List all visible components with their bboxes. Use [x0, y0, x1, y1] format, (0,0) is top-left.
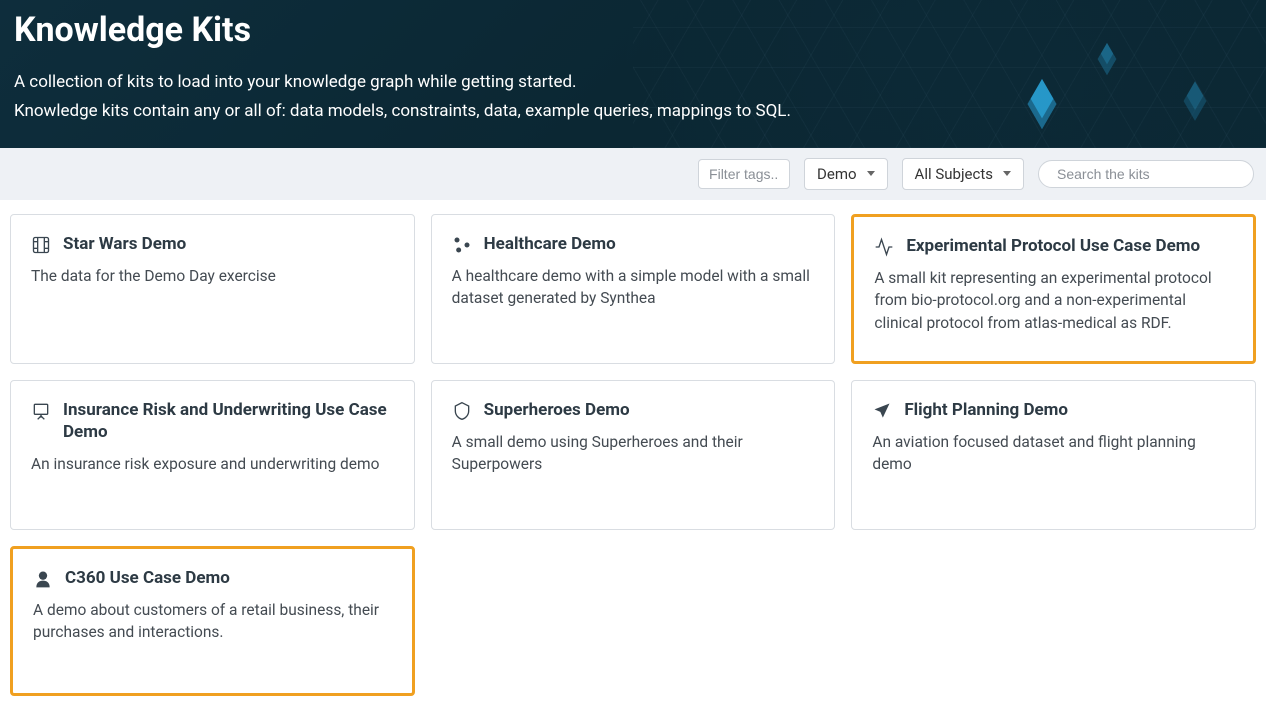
- user-icon: [33, 569, 53, 589]
- demo-select[interactable]: Demo: [804, 158, 888, 190]
- caret-down-icon: [1003, 171, 1011, 176]
- card-description: A healthcare demo with a simple model wi…: [452, 265, 815, 310]
- card-description: A small kit representing an experimental…: [874, 267, 1233, 334]
- card-title: Flight Planning Demo: [904, 399, 1068, 421]
- share-icon: [452, 235, 472, 255]
- filter-tags-input[interactable]: [698, 159, 790, 189]
- kit-card[interactable]: Superheroes Demo A small demo using Super…: [431, 380, 836, 530]
- card-title: Healthcare Demo: [484, 233, 616, 255]
- kit-card[interactable]: Star Wars Demo The data for the Demo Day …: [10, 214, 415, 364]
- film-icon: [31, 235, 51, 255]
- plane-icon: [872, 401, 892, 421]
- presentation-icon: [31, 401, 51, 421]
- caret-down-icon: [867, 171, 875, 176]
- card-title: Superheroes Demo: [484, 399, 630, 421]
- card-title: Experimental Protocol Use Case Demo: [906, 235, 1200, 257]
- activity-icon: [874, 237, 894, 257]
- kit-card[interactable]: Healthcare Demo A healthcare demo with a …: [431, 214, 836, 364]
- shield-icon: [452, 401, 472, 421]
- kit-card[interactable]: Insurance Risk and Underwriting Use Case…: [10, 380, 415, 530]
- card-title-row: Superheroes Demo: [452, 399, 815, 421]
- card-title: Star Wars Demo: [63, 233, 186, 255]
- filter-bar: Demo All Subjects: [0, 148, 1266, 200]
- page-title: Knowledge Kits: [14, 10, 1252, 50]
- card-description: An aviation focused dataset and flight p…: [872, 431, 1235, 476]
- card-title: Insurance Risk and Underwriting Use Case…: [63, 399, 394, 443]
- search-input[interactable]: [1057, 166, 1238, 182]
- card-title-row: Insurance Risk and Underwriting Use Case…: [31, 399, 394, 443]
- card-description: A demo about customers of a retail busin…: [33, 599, 392, 644]
- kit-card[interactable]: Flight Planning Demo An aviation focused …: [851, 380, 1256, 530]
- kit-card[interactable]: C360 Use Case Demo A demo about customers…: [10, 546, 415, 696]
- card-title-row: Star Wars Demo: [31, 233, 394, 255]
- card-title-row: Healthcare Demo: [452, 233, 815, 255]
- card-title: C360 Use Case Demo: [65, 567, 230, 589]
- page-subtitle-2: Knowledge kits contain any or all of: da…: [14, 97, 1252, 126]
- subjects-select[interactable]: All Subjects: [902, 158, 1024, 190]
- card-title-row: C360 Use Case Demo: [33, 567, 392, 589]
- card-description: An insurance risk exposure and underwrit…: [31, 453, 394, 475]
- card-title-row: Flight Planning Demo: [872, 399, 1235, 421]
- demo-select-label: Demo: [817, 165, 857, 183]
- card-title-row: Experimental Protocol Use Case Demo: [874, 235, 1233, 257]
- page-subtitle-1: A collection of kits to load into your k…: [14, 68, 1252, 97]
- card-description: The data for the Demo Day exercise: [31, 265, 394, 287]
- subjects-select-label: All Subjects: [915, 165, 993, 183]
- card-description: A small demo using Superheroes and their…: [452, 431, 815, 476]
- search-box[interactable]: [1038, 160, 1254, 188]
- kits-grid: Star Wars Demo The data for the Demo Day …: [0, 200, 1266, 710]
- kit-card[interactable]: Experimental Protocol Use Case Demo A sma…: [851, 214, 1256, 364]
- page-header: Knowledge Kits A collection of kits to l…: [0, 0, 1266, 148]
